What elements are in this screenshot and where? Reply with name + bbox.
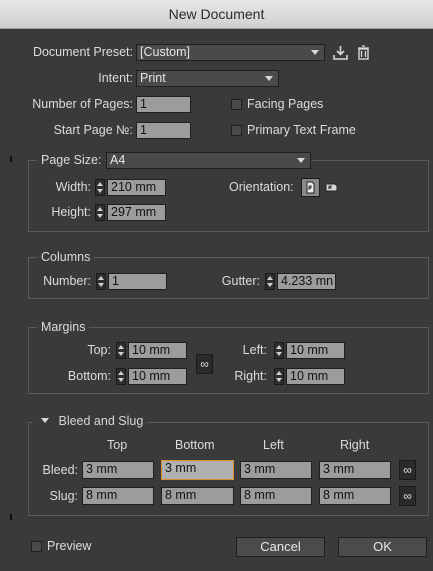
slug-top-input[interactable]: 8 mm [82,487,154,505]
pages-input[interactable]: 1 [136,96,191,113]
facing-pages-label: Facing Pages [247,97,324,111]
facing-pages-checkbox[interactable] [231,99,242,110]
col-left-header: Left [263,438,284,452]
bleed-slug-header[interactable]: Bleed and Slug [33,414,148,428]
margin-top-label: Top: [87,343,111,357]
gutter-label: Gutter: [221,274,260,288]
slug-left-input[interactable]: 8 mm [240,487,312,505]
title-bar: New Document [0,0,433,29]
width-input[interactable]: 210 mm [107,179,166,196]
margin-bottom-label: Bottom: [67,369,111,383]
edge-mark [10,514,12,520]
bleed-right-input[interactable]: 3 mm [319,461,391,479]
margin-right-input[interactable]: 10 mm [286,368,345,385]
margin-left-input[interactable]: 10 mm [286,342,345,359]
landscape-icon[interactable] [323,179,340,196]
orientation-label: Orientation: [229,180,294,194]
col-top-header: Top [107,438,128,452]
margin-top-stepper[interactable] [116,342,126,359]
trash-icon[interactable] [355,44,372,61]
slug-bottom-input[interactable]: 8 mm [161,487,234,505]
margins-group [28,327,429,394]
bleed-bottom-input[interactable]: 3 mm [161,460,234,480]
start-page-label: Start Page №: [53,123,133,137]
margin-top-input[interactable]: 10 mm [128,342,187,359]
slug-label: Slug: [49,489,79,503]
intent-label: Intent: [98,71,133,85]
width-stepper[interactable] [95,179,105,196]
bleed-top-input[interactable]: 3 mm [82,461,154,479]
margin-left-stepper[interactable] [274,342,284,359]
cancel-button[interactable]: Cancel [236,537,325,557]
margin-bottom-stepper[interactable] [116,368,126,385]
chevron-down-icon [297,158,305,163]
ok-button[interactable]: OK [338,537,427,557]
start-page-input[interactable]: 1 [136,122,191,139]
page-size-dropdown[interactable]: A4 [106,152,311,169]
margins-title: Margins [37,320,90,334]
col-bottom-header: Bottom [175,438,215,452]
pages-label: Number of Pages: [32,97,133,111]
bleed-slug-title: Bleed and Slug [58,414,144,428]
margin-right-stepper[interactable] [274,368,284,385]
height-input[interactable]: 297 mm [107,204,166,221]
window-title: New Document [168,6,265,22]
columns-title: Columns [37,250,95,264]
primary-text-frame-checkbox[interactable] [231,125,242,136]
height-stepper[interactable] [95,204,105,221]
disclosure-triangle-icon [41,418,49,424]
slug-right-input[interactable]: 8 mm [319,487,391,505]
preview-label: Preview [47,539,92,553]
slug-link-icon[interactable]: ∞ [399,486,416,506]
new-document-dialog: New Document Document Preset: [Custom] I… [0,0,433,571]
page-size-value: A4 [110,153,126,167]
preview-checkbox[interactable] [31,541,42,552]
margin-right-label: Right: [234,369,267,383]
edge-mark [10,156,12,162]
bleed-label: Bleed: [42,463,78,477]
page-size-group [28,160,429,232]
save-preset-icon[interactable] [332,44,349,61]
column-number-input[interactable]: 1 [108,273,167,290]
intent-dropdown[interactable]: Print [136,70,279,87]
bleed-link-icon[interactable]: ∞ [399,460,416,480]
column-number-label: Number: [43,274,91,288]
page-size-label: Page Size: [37,153,106,167]
primary-text-frame-label: Primary Text Frame [247,123,356,137]
bleed-left-input[interactable]: 3 mm [240,461,312,479]
preset-dropdown[interactable]: [Custom] [136,44,325,61]
chevron-down-icon [265,76,273,81]
preset-value: [Custom] [140,45,191,59]
column-number-stepper[interactable] [96,273,106,290]
gutter-input[interactable]: 4.233 mn [277,273,336,290]
col-right-header: Right [340,438,370,452]
margin-left-label: Left: [242,343,267,357]
intent-value: Print [140,71,166,85]
margin-bottom-input[interactable]: 10 mm [128,368,187,385]
width-label: Width: [55,180,91,194]
gutter-stepper[interactable] [265,273,275,290]
preset-label: Document Preset: [32,45,133,59]
height-label: Height: [51,205,91,219]
link-icon[interactable]: ∞ [196,354,213,374]
chevron-down-icon [311,50,319,55]
portrait-icon[interactable] [301,178,320,197]
